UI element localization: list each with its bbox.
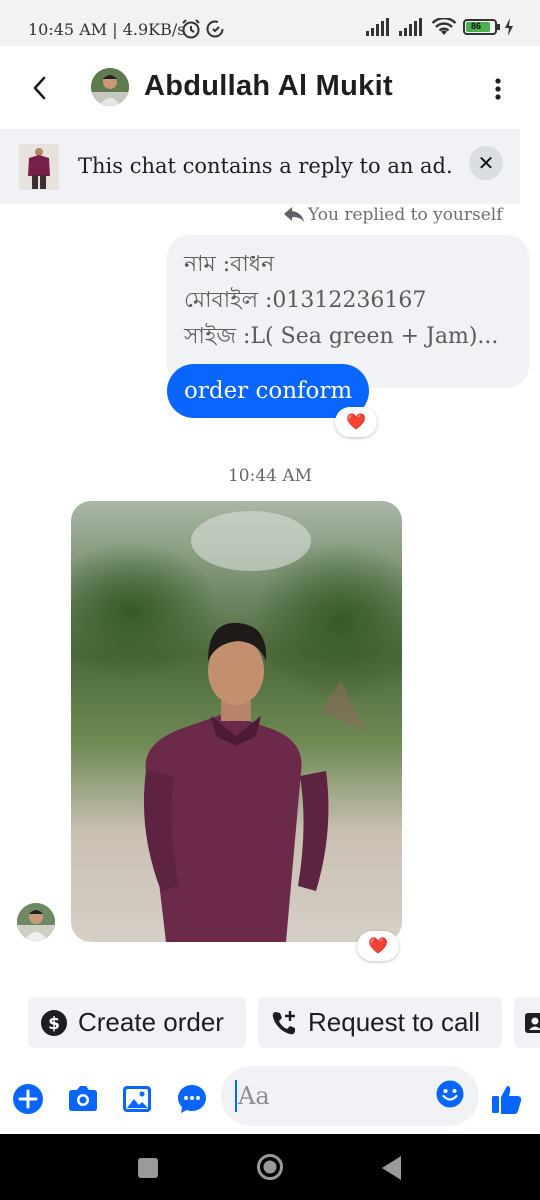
message-input-placeholder: Aa xyxy=(238,1082,270,1110)
chat-dots-icon xyxy=(178,1085,206,1113)
request-call-label: Request to call xyxy=(308,1007,480,1037)
svg-text:$: $ xyxy=(48,1014,60,1034)
reply-note-text: You replied to yourself xyxy=(308,205,503,225)
plus-icon xyxy=(13,1084,43,1114)
reply-arrow-icon xyxy=(284,207,304,222)
create-order-label: Create order xyxy=(78,1007,224,1037)
more-options-button[interactable] xyxy=(486,72,510,108)
quoted-line-size: সাইজ :L( Sea green + Jam)... xyxy=(184,324,499,349)
signal-icon xyxy=(366,18,389,36)
contact-card-icon xyxy=(525,1012,540,1033)
square-icon xyxy=(138,1158,158,1178)
quoted-line-name: নাম :বাধন xyxy=(184,252,275,277)
chat-header: Abdullah Al Mukit xyxy=(0,46,540,130)
heart-reaction[interactable]: ❤️ xyxy=(335,407,377,437)
heart-icon: ❤️ xyxy=(368,938,388,955)
camera-button[interactable] xyxy=(66,1082,100,1116)
photo-message[interactable] xyxy=(71,501,402,942)
more-vertical-icon xyxy=(495,78,501,100)
contact-card-button[interactable] xyxy=(514,997,540,1048)
status-bar: 10:45 AM | 4.9KB/s 86 xyxy=(0,0,540,46)
status-time: 10:45 AM | 4.9KB/s xyxy=(28,20,186,39)
battery-level: 86 xyxy=(471,21,482,31)
system-nav-bar xyxy=(0,1134,540,1200)
text-caret xyxy=(235,1080,237,1112)
wifi-icon xyxy=(432,18,456,35)
circle-icon xyxy=(257,1154,283,1180)
charging-icon xyxy=(505,18,513,36)
thumbs-up-icon xyxy=(492,1086,522,1114)
back-nav-button[interactable] xyxy=(381,1155,403,1186)
message-timestamp: 10:44 AM xyxy=(227,466,313,486)
home-button[interactable] xyxy=(256,1153,284,1186)
request-call-button[interactable]: Request to call xyxy=(258,997,502,1048)
sync-icon xyxy=(205,19,225,44)
contact-name[interactable]: Abdullah Al Mukit xyxy=(144,70,393,103)
status-indicators: 86 xyxy=(366,18,514,36)
close-icon: ✕ xyxy=(477,152,495,175)
emoji-icon xyxy=(436,1080,464,1108)
gallery-button[interactable] xyxy=(120,1082,154,1116)
like-button[interactable] xyxy=(490,1082,524,1116)
create-order-button[interactable]: $ Create order xyxy=(28,997,246,1048)
heart-reaction[interactable]: ❤️ xyxy=(357,931,399,961)
image-icon xyxy=(123,1086,151,1112)
reply-note: You replied to yourself xyxy=(284,205,503,225)
close-button[interactable]: ✕ xyxy=(469,146,503,180)
alarm-icon xyxy=(180,18,202,45)
recents-button[interactable] xyxy=(137,1157,159,1184)
ad-thumbnail xyxy=(19,144,59,190)
emoji-button[interactable] xyxy=(435,1079,465,1114)
ad-reply-banner[interactable]: This chat contains a reply to an ad. ✕ xyxy=(0,129,520,204)
camera-icon xyxy=(69,1086,97,1111)
plus-button[interactable] xyxy=(11,1082,45,1116)
triangle-back-icon xyxy=(382,1156,401,1180)
phone-add-icon xyxy=(272,1010,295,1034)
sent-message-bubble[interactable]: order conform xyxy=(167,364,370,418)
battery-icon: 86 xyxy=(463,19,500,35)
sender-avatar[interactable] xyxy=(17,903,55,941)
dollar-icon: $ xyxy=(41,1009,67,1036)
chevron-left-icon xyxy=(33,76,46,100)
heart-icon: ❤️ xyxy=(346,414,366,431)
back-button[interactable] xyxy=(22,68,58,108)
ad-banner-text: This chat contains a reply to an ad. xyxy=(78,154,453,178)
signal-icon-2 xyxy=(399,18,422,36)
contact-avatar[interactable] xyxy=(91,68,129,106)
saved-replies-button[interactable] xyxy=(175,1082,209,1116)
quoted-line-mobile: মোবাইল :01312236167 xyxy=(184,288,427,313)
message-input[interactable]: Aa xyxy=(221,1066,479,1126)
